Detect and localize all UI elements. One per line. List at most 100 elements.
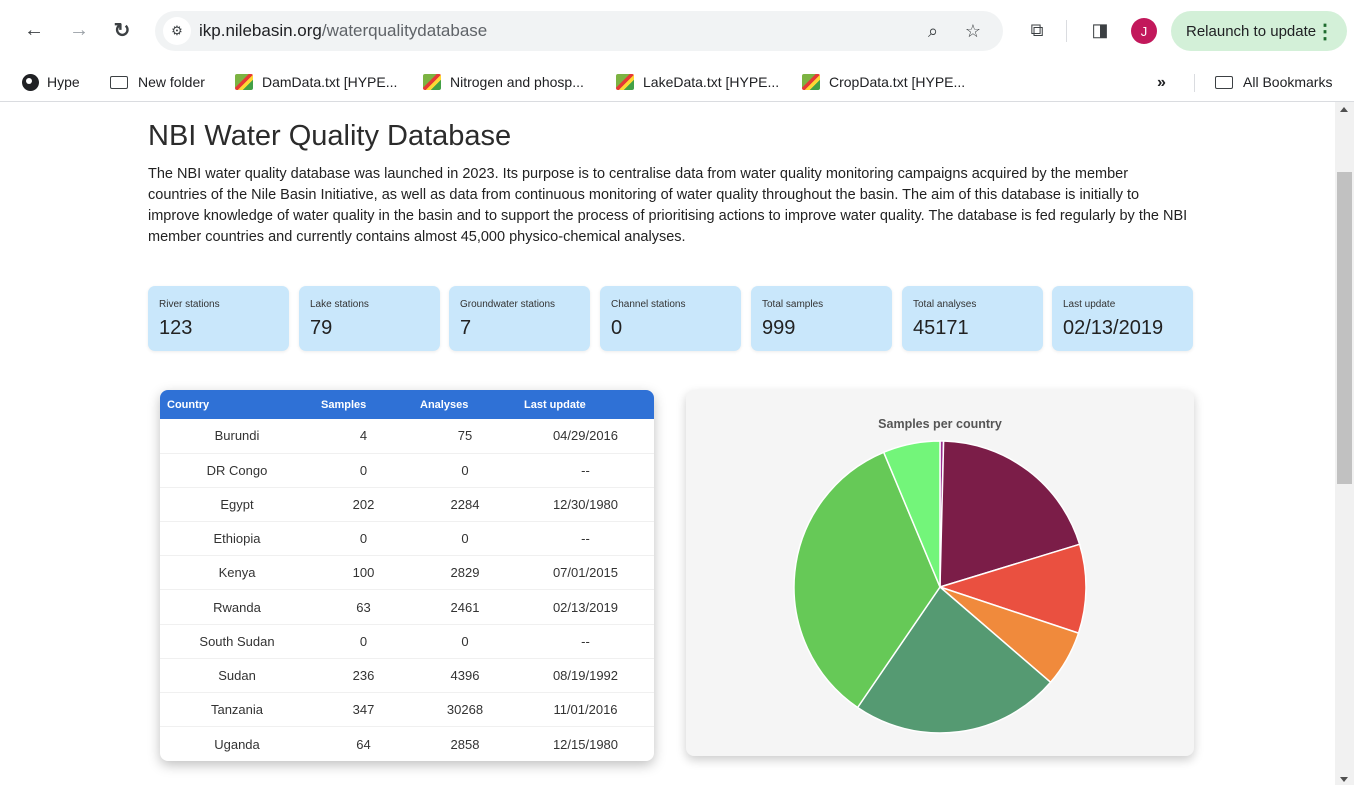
forward-arrow-icon[interactable]: → bbox=[64, 15, 94, 45]
stat-label: Groundwater stations bbox=[460, 299, 556, 310]
stat-card-groundwater-stations: Groundwater stations 7 bbox=[449, 286, 590, 351]
cell-last-update: -- bbox=[581, 633, 590, 649]
stat-value: 79 bbox=[310, 317, 333, 339]
cell-country: Rwanda bbox=[213, 599, 261, 615]
cell-analyses: 0 bbox=[461, 462, 469, 478]
bookmark-damdata[interactable]: DamData.txt [HYPE... bbox=[235, 68, 397, 96]
zoom-icon[interactable]: ⌕ bbox=[921, 19, 945, 43]
bookmark-hype[interactable]: Hype bbox=[22, 68, 80, 96]
scrollbar-thumb[interactable] bbox=[1337, 172, 1352, 484]
table-row: Uganda 64 2858 12/15/1980 bbox=[160, 727, 654, 761]
country-table-card: Country Samples Analyses Last update Bur… bbox=[160, 390, 654, 761]
cell-samples: 347 bbox=[352, 702, 375, 718]
bookmark-lakedata[interactable]: LakeData.txt [HYPE... bbox=[616, 68, 779, 96]
cell-last-update: 11/01/2016 bbox=[553, 702, 618, 718]
scroll-up-arrow-icon[interactable] bbox=[1340, 107, 1348, 112]
cell-country: Kenya bbox=[218, 565, 256, 581]
table-row: Tanzania 347 30268 11/01/2016 bbox=[160, 693, 654, 727]
stat-label: Lake stations bbox=[310, 299, 369, 310]
stat-label: Last update bbox=[1063, 299, 1116, 310]
cell-country: Sudan bbox=[218, 667, 256, 683]
hype-favicon-icon bbox=[423, 74, 441, 90]
cell-samples: 0 bbox=[359, 633, 368, 649]
bookmarks-divider bbox=[1194, 74, 1195, 92]
cell-country: Egypt bbox=[220, 496, 254, 512]
cell-analyses: 2829 bbox=[450, 565, 480, 581]
cell-analyses: 0 bbox=[461, 633, 469, 649]
bookmark-star-icon[interactable]: ☆ bbox=[961, 19, 985, 43]
table-row: Sudan 236 4396 08/19/1992 bbox=[160, 658, 654, 693]
cell-last-update: 12/30/1980 bbox=[552, 496, 619, 512]
stat-card-total-analyses: Total analyses 45171 bbox=[902, 286, 1043, 351]
stat-card-lake-stations: Lake stations 79 bbox=[299, 286, 440, 351]
cell-samples: 236 bbox=[352, 667, 375, 683]
stat-label: Total analyses bbox=[913, 299, 977, 310]
all-bookmarks-button[interactable]: All Bookmarks bbox=[1215, 68, 1332, 96]
cell-analyses: 2284 bbox=[450, 496, 480, 512]
site-settings-icon[interactable]: ⚙ bbox=[163, 17, 191, 45]
url-text[interactable]: ikp.nilebasin.org/waterqualitydatabase bbox=[199, 21, 487, 41]
cell-country: DR Congo bbox=[206, 462, 268, 478]
stat-label: Channel stations bbox=[611, 299, 686, 310]
stat-value: 45171 bbox=[913, 317, 969, 339]
reload-icon[interactable]: ↻ bbox=[107, 15, 137, 45]
country-table: Country Samples Analyses Last update Bur… bbox=[160, 390, 654, 761]
bookmark-cropdata[interactable]: CropData.txt [HYPE... bbox=[802, 68, 965, 96]
cell-samples: 64 bbox=[356, 736, 371, 752]
column-header-analyses[interactable]: Analyses bbox=[413, 390, 517, 419]
hype-favicon-icon bbox=[235, 74, 253, 90]
relaunch-to-update-button[interactable]: Relaunch to update ⋮ bbox=[1171, 11, 1347, 51]
stat-card-channel-stations: Channel stations 0 bbox=[600, 286, 741, 351]
stat-label: Total samples bbox=[762, 299, 824, 310]
stat-label: River stations bbox=[159, 299, 220, 310]
cell-last-update: -- bbox=[581, 531, 590, 547]
toolbar-divider bbox=[1066, 20, 1067, 42]
table-row: Kenya 100 2829 07/01/2015 bbox=[160, 556, 654, 590]
cell-country: Burundi bbox=[214, 428, 260, 444]
table-row: South Sudan 0 0 -- bbox=[160, 624, 654, 659]
stat-value: 0 bbox=[611, 317, 623, 339]
cell-last-update: -- bbox=[581, 462, 590, 478]
table-row: Egypt 202 2284 12/30/1980 bbox=[160, 487, 654, 522]
bookmark-nitrogen[interactable]: Nitrogen and phosp... bbox=[423, 68, 584, 96]
cell-analyses: 2461 bbox=[450, 599, 480, 615]
column-header-country[interactable]: Country bbox=[160, 390, 314, 419]
hype-favicon-icon bbox=[802, 74, 820, 90]
stat-card-total-samples: Total samples 999 bbox=[751, 286, 892, 351]
cell-analyses: 4396 bbox=[450, 667, 480, 683]
stat-value: 999 bbox=[762, 317, 796, 339]
side-panel-icon[interactable]: ◨ bbox=[1087, 17, 1113, 43]
back-arrow-icon[interactable]: ← bbox=[19, 15, 49, 45]
cell-country: South Sudan bbox=[199, 633, 275, 649]
table-row: DR Congo 0 0 -- bbox=[160, 453, 654, 488]
table-row: Rwanda 63 2461 02/13/2019 bbox=[160, 590, 654, 625]
bookmarks-overflow-chevron-icon[interactable]: » bbox=[1157, 74, 1166, 92]
cell-samples: 202 bbox=[352, 496, 375, 512]
table-header-row: Country Samples Analyses Last update bbox=[160, 390, 654, 419]
bookmark-new-folder[interactable]: New folder bbox=[110, 68, 205, 96]
globe-icon bbox=[22, 73, 39, 91]
cell-last-update: 04/29/2016 bbox=[552, 428, 619, 444]
scroll-down-arrow-icon[interactable] bbox=[1340, 777, 1348, 782]
menu-kebab-icon[interactable]: ⋮ bbox=[1315, 19, 1335, 44]
stat-card-river-stations: River stations 123 bbox=[148, 286, 289, 351]
page-title: NBI Water Quality Database bbox=[148, 120, 512, 152]
cell-analyses: 2858 bbox=[450, 736, 480, 752]
column-header-samples[interactable]: Samples bbox=[314, 390, 413, 419]
cell-samples: 0 bbox=[359, 462, 368, 478]
page-scrollbar[interactable] bbox=[1335, 102, 1354, 785]
column-header-last-update[interactable]: Last update bbox=[517, 390, 654, 419]
table-row: Ethiopia 0 0 -- bbox=[160, 522, 654, 556]
intro-paragraph: The NBI water quality database was launc… bbox=[148, 166, 1188, 245]
extensions-puzzle-icon[interactable]: ⧉ bbox=[1024, 17, 1050, 43]
cell-analyses: 0 bbox=[461, 531, 469, 547]
address-bar[interactable]: ⚙ ikp.nilebasin.org/waterqualitydatabase… bbox=[155, 11, 1003, 51]
samples-pie-chart-card: Samples per country bbox=[686, 390, 1194, 756]
stat-card-last-update: Last update 02/13/2019 bbox=[1052, 286, 1193, 351]
folder-icon bbox=[1215, 75, 1233, 89]
profile-avatar[interactable]: J bbox=[1131, 18, 1157, 44]
cell-country: Uganda bbox=[214, 736, 260, 752]
browser-toolbar: ← → ↻ ⚙ ikp.nilebasin.org/waterqualityda… bbox=[0, 0, 1354, 62]
cell-samples: 0 bbox=[359, 531, 368, 547]
cell-country: Tanzania bbox=[210, 702, 264, 718]
